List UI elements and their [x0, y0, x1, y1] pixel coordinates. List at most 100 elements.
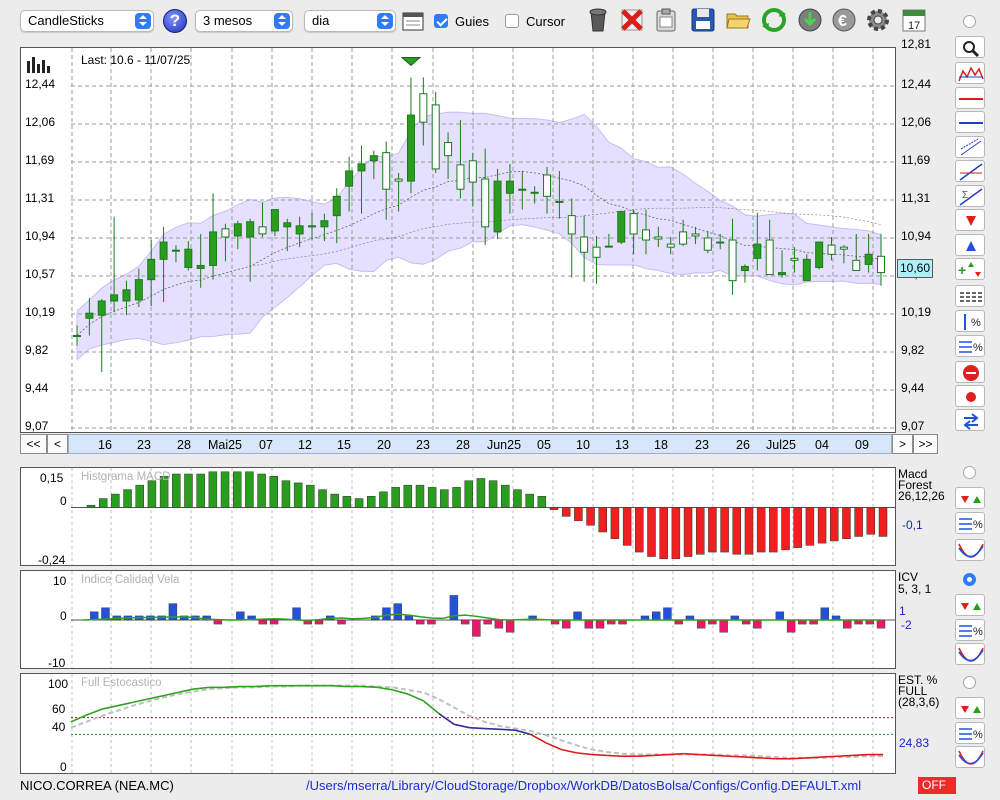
- red-line-button[interactable]: [955, 87, 985, 109]
- stoch-k-segment: [760, 757, 776, 760]
- panel-radio-macd[interactable]: [963, 466, 976, 479]
- trendline-button[interactable]: [955, 160, 985, 182]
- horizontal-lines-button[interactable]: [955, 285, 985, 307]
- price-chart[interactable]: [21, 48, 896, 433]
- euro-icon[interactable]: €: [830, 6, 858, 34]
- stoch-side-value: 24,83: [899, 736, 930, 750]
- icv-bar: [876, 619, 886, 629]
- record-button[interactable]: [955, 385, 985, 407]
- stoch-k-segment: [484, 727, 501, 731]
- download-icon[interactable]: [796, 6, 824, 34]
- help-button[interactable]: ?: [163, 9, 187, 33]
- vertical-percent-button[interactable]: %: [955, 310, 985, 332]
- period-select[interactable]: 3 mesos: [195, 10, 293, 32]
- save-icon[interactable]: [689, 6, 717, 34]
- candle-body: [382, 152, 391, 190]
- swap-arrows-button[interactable]: [955, 409, 985, 431]
- stoch-k-segment: [791, 757, 807, 760]
- chevron-updown-icon: [377, 13, 393, 29]
- icv-bands-percent-button[interactable]: %: [955, 619, 985, 641]
- price-tick-right: 11,31: [901, 191, 931, 205]
- stoch-k-segment: [254, 684, 271, 688]
- macd-tick-top: 0,15: [40, 471, 64, 485]
- stoch-bands-percent-button[interactable]: %: [955, 722, 985, 744]
- nav-last-button[interactable]: >>: [913, 434, 938, 454]
- guides-checkbox[interactable]: [434, 14, 448, 28]
- arrow-down-red-button[interactable]: [955, 209, 985, 231]
- stoch-k-segment: [422, 700, 440, 715]
- chart-type-select[interactable]: CandleSticks: [20, 10, 154, 32]
- macd-bar: [306, 484, 315, 508]
- macd-bar: [537, 496, 547, 508]
- candle-body: [802, 258, 811, 282]
- macd-bands-percent-button[interactable]: %: [955, 512, 985, 534]
- macd-arrows-button[interactable]: [955, 487, 985, 509]
- interval-select[interactable]: dia: [304, 10, 396, 32]
- icv-arrows-button[interactable]: [955, 594, 985, 616]
- stochastic-chart[interactable]: [21, 674, 896, 774]
- price-tick-left: 11,31: [25, 191, 55, 205]
- panel-radio-price[interactable]: [963, 15, 976, 28]
- candle-body: [159, 241, 168, 260]
- panel-radio-icv[interactable]: [963, 573, 976, 586]
- icv-curve-button[interactable]: [955, 643, 985, 665]
- no-entry-icon: [963, 365, 979, 381]
- refresh-icon[interactable]: [760, 6, 788, 34]
- mini-chart-button[interactable]: [955, 62, 985, 84]
- timeline-date-label: 05: [537, 438, 551, 452]
- clipboard-icon[interactable]: [652, 6, 680, 34]
- arrow-down-red-icon: [966, 216, 976, 226]
- folder-open-icon[interactable]: [724, 6, 752, 34]
- candle-body: [221, 228, 230, 238]
- nav-prev-button[interactable]: <: [47, 434, 68, 454]
- trash-icon[interactable]: [584, 6, 612, 34]
- cursor-label: Cursor: [526, 14, 566, 29]
- zoom-magnifier-button[interactable]: [955, 36, 985, 58]
- no-entry-button[interactable]: [955, 361, 985, 383]
- config-path-link[interactable]: /Users/mserra/Library/CloudStorage/Dropb…: [306, 778, 861, 793]
- candle-body: [604, 245, 613, 248]
- nav-next-button[interactable]: >: [892, 434, 913, 454]
- macd-bar: [330, 493, 339, 508]
- trend-channel-button[interactable]: [955, 136, 985, 158]
- macd-bands-percent-icon: %: [959, 518, 983, 531]
- stoch-k-segment: [561, 748, 577, 754]
- candle-body: [481, 178, 490, 228]
- candle-body: [555, 200, 564, 203]
- stoch-k-segment: [607, 754, 623, 758]
- macd-curve-button[interactable]: [955, 539, 985, 561]
- mode-off-badge[interactable]: OFF: [918, 777, 956, 794]
- arrow-up-blue-button[interactable]: [955, 234, 985, 256]
- stoch-arrows-button[interactable]: [955, 697, 985, 719]
- cursor-checkbox[interactable]: [505, 14, 519, 28]
- nav-first-button[interactable]: <<: [20, 434, 47, 454]
- macd-bar: [683, 507, 693, 557]
- candle-body: [85, 312, 94, 319]
- add-signals-button[interactable]: +: [955, 258, 985, 280]
- price-tick-right: 12,06: [901, 115, 932, 129]
- candle-body: [246, 221, 255, 238]
- macd-bar: [720, 507, 729, 553]
- stoch-curve-button[interactable]: [955, 746, 985, 768]
- fibonacci-button[interactable]: Σ: [955, 185, 985, 207]
- candle-body: [295, 225, 304, 235]
- timeline-bar[interactable]: 16 23 28 Mai25 07 12 15 20 23 28 Jun25 05 10 13 18 23 26…: [68, 434, 892, 454]
- icv-bar: [236, 611, 245, 621]
- icv-bar: [415, 619, 425, 625]
- gear-icon[interactable]: [864, 6, 892, 34]
- blue-line-button[interactable]: [955, 111, 985, 133]
- macd-bar: [488, 480, 498, 508]
- calendar-day-text: 17: [908, 20, 920, 32]
- icv-bar: [483, 619, 492, 625]
- icv-bar: [696, 619, 706, 629]
- macd-bar: [842, 507, 851, 539]
- chart-type-value: CandleSticks: [28, 13, 104, 28]
- calendar-17-icon[interactable]: 17: [900, 6, 928, 34]
- candle-body: [233, 223, 242, 237]
- bands-percent-button[interactable]: %: [955, 335, 985, 357]
- calendar-icon[interactable]: [402, 10, 424, 32]
- panel-radio-stochastic[interactable]: [963, 676, 976, 689]
- toolbar: CandleSticks ? 3 mesos dia Guies Cursor: [0, 0, 1000, 42]
- timeline-date-label: 28: [177, 438, 191, 452]
- delete-x-icon[interactable]: [618, 6, 646, 34]
